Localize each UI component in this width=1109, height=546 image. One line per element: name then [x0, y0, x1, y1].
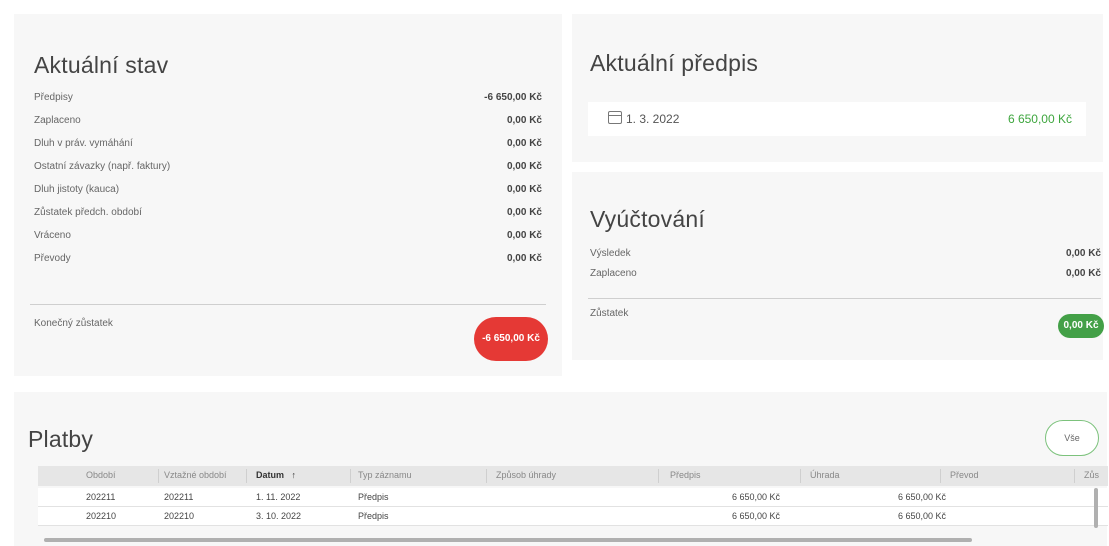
table-row[interactable]: 202211 202211 1. 11. 2022 Předpis 6 650,… [38, 488, 1108, 507]
status-row-value: 0,00 Kč [506, 207, 542, 218]
status-row-label: Vráceno [34, 230, 71, 241]
status-row-ostatni-zavazky: Ostatní závazky (např. faktury) 0,00 Kč [14, 161, 562, 181]
payments-card: Platby Vše Období Vztažné období Datum ↑… [14, 392, 1108, 546]
status-row-label: Ostatní závazky (např. faktury) [34, 161, 171, 172]
status-row-label: Zaplaceno [34, 115, 81, 126]
column-separator [158, 469, 159, 483]
status-row-label: Zůstatek předch. období [34, 207, 142, 218]
column-separator [246, 469, 247, 483]
column-header-prevod[interactable]: Převod [950, 470, 979, 480]
settlement-row-zaplaceno: Zaplaceno 0,00 Kč [572, 268, 1103, 288]
column-separator [800, 469, 801, 483]
cell-typ-zaznamu: Předpis [358, 511, 389, 521]
column-header-datum-label: Datum [256, 470, 285, 480]
status-row-dluh-jistoty: Dluh jistoty (kauca) 0,00 Kč [14, 184, 562, 204]
column-header-obdobi[interactable]: Období [86, 470, 116, 480]
column-header-predpis[interactable]: Předpis [670, 470, 701, 480]
cell-uhrada: 6 650,00 Kč [897, 492, 946, 502]
status-row-value: 0,00 Kč [506, 253, 542, 264]
payments-title: Platby [28, 426, 94, 452]
settlement-title: Vyúčtování [590, 206, 705, 232]
settlement-row-vysledek: Výsledek 0,00 Kč [572, 248, 1103, 268]
prescription-date: 1. 3. 2022 [626, 112, 680, 126]
status-row-dluh-vymahani: Dluh v práv. vymáhání 0,00 Kč [14, 138, 562, 158]
table-row[interactable]: 202210 202210 3. 10. 2022 Předpis 6 650,… [38, 507, 1108, 526]
status-row-value: 0,00 Kč [506, 115, 542, 126]
column-header-typ-zaznamu[interactable]: Typ záznamu [358, 470, 412, 480]
cell-datum: 1. 11. 2022 [256, 492, 301, 502]
cell-vztazne-obdobi: 202211 [164, 492, 194, 502]
column-separator [658, 469, 659, 483]
cell-predpis: 6 650,00 Kč [731, 511, 780, 521]
status-row-value: 0,00 Kč [506, 138, 542, 149]
current-prescription-title: Aktuální předpis [590, 50, 759, 76]
cell-uhrada: 6 650,00 Kč [897, 511, 946, 521]
status-row-value: -6 650,00 Kč [484, 92, 542, 103]
status-row-label: Dluh jistoty (kauca) [34, 184, 120, 195]
show-all-button[interactable]: Vše [1045, 420, 1099, 456]
status-row-zaplaceno: Zaplaceno 0,00 Kč [14, 115, 562, 135]
final-balance-badge: -6 650,00 Kč [474, 317, 548, 361]
calendar-icon [608, 111, 622, 124]
cell-datum: 3. 10. 2022 [256, 511, 302, 521]
divider [30, 304, 546, 305]
settlement-balance-label: Zůstatek [590, 308, 629, 319]
final-balance-label: Konečný zůstatek [34, 318, 113, 329]
column-header-zpusob-uhrady[interactable]: Způsob úhrady [496, 470, 556, 480]
current-status-title: Aktuální stav [34, 52, 169, 78]
status-row-value: 0,00 Kč [506, 184, 542, 195]
column-header-zustatek[interactable]: Zůs [1084, 470, 1099, 480]
status-row-prevody: Převody 0,00 Kč [14, 253, 562, 273]
column-header-datum[interactable]: Datum ↑ [256, 470, 296, 480]
status-row-vraceno: Vráceno 0,00 Kč [14, 230, 562, 250]
status-row-value: 0,00 Kč [506, 161, 542, 172]
cell-vztazne-obdobi: 202210 [164, 511, 195, 521]
current-prescription-card: Aktuální předpis 1. 3. 2022 6 650,00 Kč [572, 14, 1103, 162]
settlement-row-label: Výsledek [590, 248, 631, 259]
column-header-vztazne-obdobi[interactable]: Vztažné období [164, 470, 227, 480]
settlement-balance-badge: 0,00 Kč [1058, 314, 1104, 338]
cell-predpis: 6 650,00 Kč [731, 492, 780, 502]
settlement-row-value: 0,00 Kč [1065, 268, 1101, 279]
column-header-uhrada[interactable]: Úhrada [810, 470, 840, 480]
status-row-value: 0,00 Kč [506, 230, 542, 241]
settlement-card: Vyúčtování Výsledek 0,00 Kč Zaplaceno 0,… [572, 172, 1104, 360]
prescription-amount: 6 650,00 Kč [1007, 112, 1072, 126]
column-separator [1074, 469, 1075, 483]
cell-obdobi: 202211 [86, 492, 116, 502]
cell-typ-zaznamu: Předpis [358, 492, 389, 502]
divider [588, 298, 1101, 299]
column-separator [350, 469, 351, 483]
status-row-label: Převody [34, 253, 71, 264]
vertical-scrollbar[interactable] [1094, 488, 1098, 528]
column-separator [940, 469, 941, 483]
status-row-predpisy: Předpisy -6 650,00 Kč [14, 92, 562, 112]
settlement-balance-row: Zůstatek [572, 308, 1103, 328]
settlement-row-value: 0,00 Kč [1065, 248, 1101, 259]
prescription-item[interactable]: 1. 3. 2022 6 650,00 Kč [588, 102, 1086, 136]
payments-table-header: Období Vztažné období Datum ↑ Typ záznam… [38, 466, 1108, 486]
column-separator [486, 469, 487, 483]
settlement-row-label: Zaplaceno [590, 268, 637, 279]
status-row-label: Předpisy [34, 92, 73, 103]
status-row-label: Dluh v práv. vymáhání [34, 138, 133, 149]
current-status-card: Aktuální stav Předpisy -6 650,00 Kč Zapl… [14, 14, 562, 376]
horizontal-scrollbar[interactable] [44, 538, 972, 542]
status-row-zustatek-predch: Zůstatek předch. období 0,00 Kč [14, 207, 562, 227]
sort-ascending-icon: ↑ [291, 470, 297, 480]
cell-obdobi: 202210 [86, 511, 117, 521]
